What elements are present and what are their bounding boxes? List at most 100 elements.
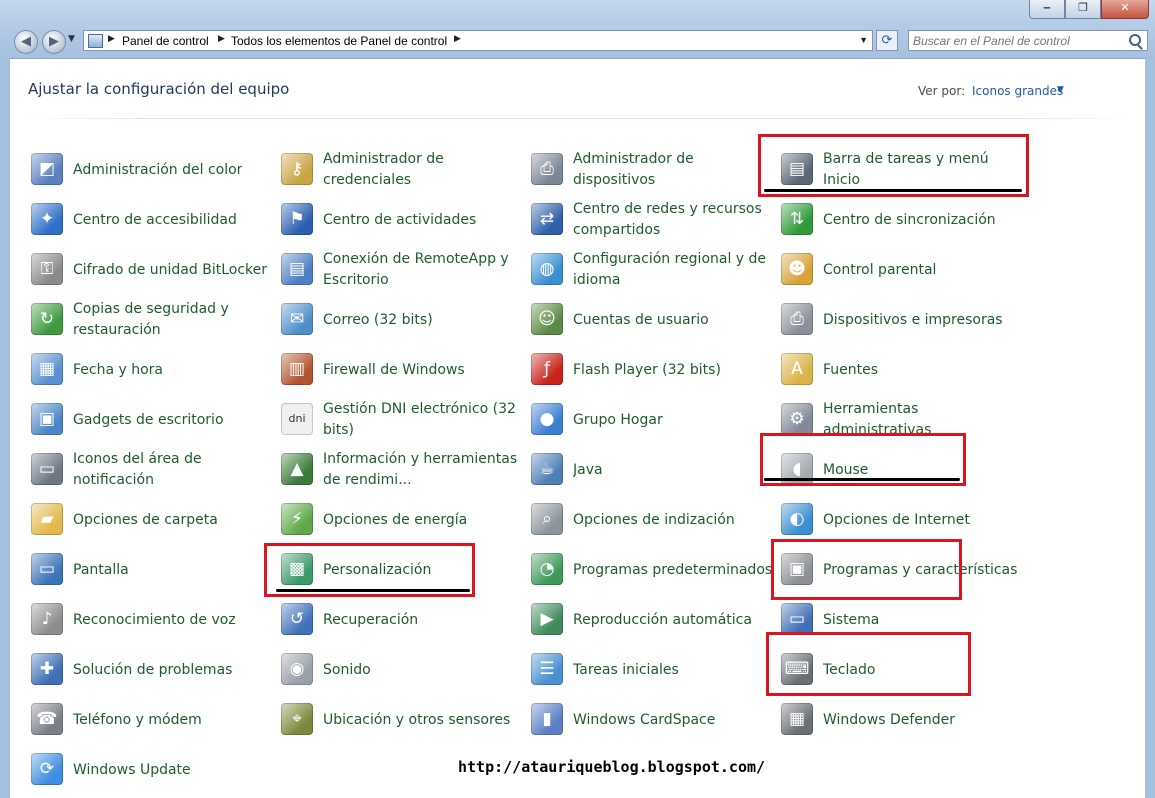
control-panel-item[interactable]: ⎙ Administrador de dispositivos	[531, 148, 776, 192]
control-panel-item-label[interactable]: Opciones de carpeta	[73, 498, 273, 542]
control-panel-item[interactable]: ⇅ Centro de sincronización	[781, 198, 1026, 242]
control-panel-item-label[interactable]: Centro de redes y recursos compartidos	[573, 198, 773, 242]
control-panel-item-label[interactable]: Pantalla	[73, 548, 273, 592]
control-panel-item-label[interactable]: Correo (32 bits)	[323, 298, 523, 342]
address-dropdown-icon[interactable]: ▼	[859, 35, 868, 45]
view-by-dropdown[interactable]: Iconos grandes	[972, 84, 1063, 98]
control-panel-item-label[interactable]: Opciones de energía	[323, 498, 523, 542]
control-panel-item-label[interactable]: Configuración regional y de idioma	[573, 248, 773, 292]
control-panel-item-label[interactable]: Solución de problemas	[73, 648, 273, 692]
control-panel-item[interactable]: ↻ Copias de seguridad y restauración	[31, 298, 276, 342]
control-panel-item[interactable]: ● Grupo Hogar	[531, 398, 776, 442]
control-panel-item[interactable]: ▭ Iconos del área de notificación	[31, 448, 276, 492]
close-button[interactable]: ✕	[1101, 0, 1149, 19]
control-panel-item[interactable]: ✉ Correo (32 bits)	[281, 298, 526, 342]
control-panel-item[interactable]: dni Gestión DNI electrónico (32 bits)	[281, 398, 526, 442]
control-panel-item[interactable]: ▥ Firewall de Windows	[281, 348, 526, 392]
control-panel-item-label[interactable]: Conexión de RemoteApp y Escritorio	[323, 248, 523, 292]
recent-pages-dropdown-icon[interactable]: ▼	[68, 34, 75, 44]
control-panel-item-label[interactable]: Windows Update	[73, 748, 273, 792]
back-button[interactable]: ◀	[14, 30, 38, 54]
control-panel-item-label[interactable]: Programas predeterminados	[573, 548, 773, 592]
minimize-button[interactable]: ‒	[1029, 0, 1065, 19]
control-panel-item-label[interactable]: Opciones de indización	[573, 498, 773, 542]
control-panel-item-label[interactable]: Teléfono y módem	[73, 698, 273, 742]
control-panel-item-label[interactable]: Administrador de credenciales	[323, 148, 523, 192]
control-panel-item-label[interactable]: Sonido	[323, 648, 523, 692]
control-panel-item-label[interactable]: Gestión DNI electrónico (32 bits)	[323, 398, 523, 442]
control-panel-item[interactable]: ◔ Programas predeterminados	[531, 548, 776, 592]
control-panel-item-label[interactable]: Información y herramientas de rendimi...	[323, 448, 523, 492]
control-panel-item[interactable]: ▤ Conexión de RemoteApp y Escritorio	[281, 248, 526, 292]
control-panel-item[interactable]: ☺ Cuentas de usuario	[531, 298, 776, 342]
control-panel-item-label[interactable]: Fecha y hora	[73, 348, 273, 392]
control-panel-item-label[interactable]: Windows Defender	[823, 698, 1023, 742]
blog-url[interactable]: http://atauriqueblog.blogspot.com/	[458, 758, 765, 776]
breadcrumb-all-items[interactable]: Todos los elementos de Panel de control	[231, 34, 447, 48]
control-panel-item[interactable]: ⌖ Ubicación y otros sensores	[281, 698, 526, 742]
control-panel-item[interactable]: ▮ Windows CardSpace	[531, 698, 776, 742]
control-panel-item-label[interactable]: Reproducción automática	[573, 598, 773, 642]
control-panel-item[interactable]: ▣ Gadgets de escritorio	[31, 398, 276, 442]
search-input[interactable]	[913, 33, 1123, 48]
control-panel-item-label[interactable]: Cifrado de unidad BitLocker	[73, 248, 273, 292]
control-panel-item[interactable]: ▦ Fecha y hora	[31, 348, 276, 392]
control-panel-item-label[interactable]: Fuentes	[823, 348, 1023, 392]
breadcrumb-arrow-icon[interactable]: ▶	[108, 33, 115, 44]
refresh-button[interactable]: ⟳	[876, 30, 898, 51]
control-panel-item[interactable]: ✦ Centro de accesibilidad	[31, 198, 276, 242]
control-panel-item[interactable]: A Fuentes	[781, 348, 1026, 392]
breadcrumb-arrow-icon[interactable]: ▶	[218, 33, 225, 44]
control-panel-item-label[interactable]: Centro de sincronización	[823, 198, 1023, 242]
control-panel-item-label[interactable]: Cuentas de usuario	[573, 298, 773, 342]
control-panel-item[interactable]: ƒ Flash Player (32 bits)	[531, 348, 776, 392]
control-panel-item-label[interactable]: Recuperación	[323, 598, 523, 642]
control-panel-item[interactable]: ▶ Reproducción automática	[531, 598, 776, 642]
control-panel-item[interactable]: ⟳ Windows Update	[31, 748, 276, 792]
control-panel-item[interactable]: ◉ Sonido	[281, 648, 526, 692]
control-panel-item-label[interactable]: Reconocimiento de voz	[73, 598, 273, 642]
control-panel-item[interactable]: ⚿ Cifrado de unidad BitLocker	[31, 248, 276, 292]
control-panel-item[interactable]: ⚡ Opciones de energía	[281, 498, 526, 542]
control-panel-item[interactable]: ◐ Opciones de Internet	[781, 498, 1026, 542]
control-panel-item-label[interactable]: Ubicación y otros sensores	[323, 698, 523, 742]
control-panel-item-label[interactable]: Copias de seguridad y restauración	[73, 298, 273, 342]
control-panel-item[interactable]: ⎙ Dispositivos e impresoras	[781, 298, 1026, 342]
control-panel-item[interactable]: ♪ Reconocimiento de voz	[31, 598, 276, 642]
control-panel-item[interactable]: ↺ Recuperación	[281, 598, 526, 642]
search-icon[interactable]	[1129, 34, 1141, 46]
control-panel-item[interactable]: ▰ Opciones de carpeta	[31, 498, 276, 542]
control-panel-item-label[interactable]: Iconos del área de notificación	[73, 448, 273, 492]
control-panel-item-label[interactable]: Control parental	[823, 248, 1023, 292]
control-panel-item-label[interactable]: Dispositivos e impresoras	[823, 298, 1023, 342]
search-box[interactable]	[908, 30, 1148, 51]
control-panel-item-label[interactable]: Opciones de Internet	[823, 498, 1023, 542]
control-panel-item-label[interactable]: Windows CardSpace	[573, 698, 773, 742]
control-panel-item[interactable]: ☻ Control parental	[781, 248, 1026, 292]
maximize-button[interactable]: ❐	[1065, 0, 1101, 19]
control-panel-item-label[interactable]: Centro de actividades	[323, 198, 523, 242]
control-panel-item-label[interactable]: Grupo Hogar	[573, 398, 773, 442]
control-panel-item[interactable]: ▭ Pantalla	[31, 548, 276, 592]
control-panel-item-label[interactable]: Gadgets de escritorio	[73, 398, 273, 442]
view-by-caret-icon[interactable]: ▼	[1057, 85, 1064, 95]
control-panel-item[interactable]: ◩ Administración del color	[31, 148, 276, 192]
control-panel-item[interactable]: ☕ Java	[531, 448, 776, 492]
control-panel-item[interactable]: ◍ Configuración regional y de idioma	[531, 248, 776, 292]
control-panel-item[interactable]: ▲ Información y herramientas de rendimi..…	[281, 448, 526, 492]
control-panel-item-label[interactable]: Java	[573, 448, 773, 492]
control-panel-item[interactable]: ☰ Tareas iniciales	[531, 648, 776, 692]
breadcrumb-arrow-icon[interactable]: ▶	[454, 33, 461, 44]
control-panel-item-label[interactable]: Centro de accesibilidad	[73, 198, 273, 242]
control-panel-item-label[interactable]: Flash Player (32 bits)	[573, 348, 773, 392]
breadcrumb-control-panel[interactable]: Panel de control	[122, 34, 209, 48]
control-panel-item-label[interactable]: Tareas iniciales	[573, 648, 773, 692]
control-panel-item[interactable]: ✚ Solución de problemas	[31, 648, 276, 692]
control-panel-item[interactable]: ⚑ Centro de actividades	[281, 198, 526, 242]
control-panel-item-label[interactable]: Administración del color	[73, 148, 273, 192]
control-panel-item[interactable]: ⇄ Centro de redes y recursos compartidos	[531, 198, 776, 242]
control-panel-item[interactable]: ▦ Windows Defender	[781, 698, 1026, 742]
control-panel-item-label[interactable]: Administrador de dispositivos	[573, 148, 773, 192]
address-bar[interactable]: ▶ Panel de control ▶ Todos los elementos…	[83, 30, 873, 51]
forward-button[interactable]: ▶	[42, 30, 66, 54]
